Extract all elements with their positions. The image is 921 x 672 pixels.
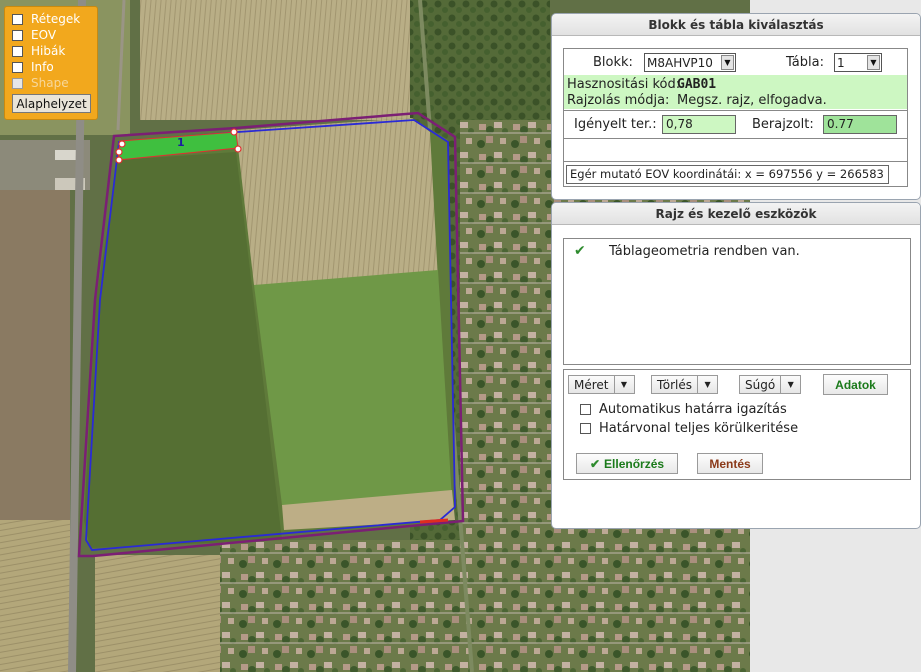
hasznositasi-label: Hasznositási kód: (567, 77, 681, 92)
mentes-button[interactable]: Mentés (697, 453, 763, 474)
layer-item-retegek[interactable]: Rétegek (12, 11, 97, 27)
blokk-select-value: M8AHVP10 (647, 55, 713, 70)
layer-label: Hibák (31, 44, 66, 58)
hasznositasi-value: GAB01 (677, 77, 717, 92)
panel-title: Blokk és tábla kiválasztás (552, 14, 920, 36)
layer-checkbox (12, 77, 23, 89)
ellenorzes-button[interactable]: ✔ Ellenőrzés (576, 453, 678, 474)
tabla-label: Tábla: (786, 55, 824, 70)
sugo-dropdown[interactable]: Súgó ▼ (739, 375, 802, 394)
meret-dropdown[interactable]: Méret ▼ (568, 375, 635, 394)
option-full-boundary[interactable]: Határvonal teljes körülkeritése (580, 421, 798, 436)
eov-coords-readout: Egér mutató EOV koordinátái: x = 697556 … (566, 165, 889, 184)
layer-checkbox[interactable] (12, 29, 23, 41)
rajzolas-label: Rajzolás módja: (567, 93, 670, 108)
chevron-down-icon[interactable]: ▼ (721, 55, 734, 70)
vertex-handle[interactable] (115, 156, 123, 164)
vertex-handle[interactable] (234, 145, 242, 153)
panel-title: Rajz és kezelő eszközök (552, 203, 920, 225)
check-icon: ✔ (574, 243, 586, 259)
layer-checkbox[interactable] (12, 61, 23, 73)
berajzolt-value: 0.77 (823, 115, 897, 134)
torles-label: Törlés (657, 377, 693, 392)
chevron-down-icon[interactable]: ▼ (613, 376, 634, 393)
vertex-handle[interactable] (115, 148, 123, 156)
info-rows: Hasznositási kód: GAB01 Rajzolás módja: … (564, 75, 907, 109)
blokk-select[interactable]: M8AHVP10 ▼ (644, 53, 736, 72)
tabla-select[interactable]: 1 ▼ (834, 53, 882, 72)
layer-label: Rétegek (31, 12, 81, 26)
status-text: Táblageometria rendben van. (609, 244, 800, 259)
igenyelt-label: Igényelt ter.: (574, 117, 657, 132)
chevron-down-icon[interactable]: ▼ (697, 376, 717, 393)
layer-label: Info (31, 60, 54, 74)
layer-item-info[interactable]: Info (12, 59, 97, 75)
igenyelt-value[interactable]: 0,78 (662, 115, 736, 134)
option-label: Határvonal teljes körülkeritése (599, 421, 799, 436)
blokk-inner-box: Blokk: M8AHVP10 ▼ Tábla: 1 ▼ Hasznositás… (563, 48, 908, 187)
vertex-handle[interactable] (118, 140, 126, 148)
blokk-panel: Blokk és tábla kiválasztás Blokk: M8AHVP… (551, 13, 921, 200)
tools-box: Méret ▼ Törlés ▼ Súgó ▼ Adatok Automatik… (563, 369, 911, 480)
torles-dropdown[interactable]: Törlés ▼ (651, 375, 719, 394)
layer-checkbox[interactable] (12, 45, 23, 57)
layer-item-eov[interactable]: EOV (12, 27, 97, 43)
layer-item-shape: Shape (12, 75, 97, 91)
berajzolt-label: Berajzolt: (752, 117, 814, 132)
ellenorzes-label: Ellenőrzés (604, 456, 665, 471)
tabla-select-value: 1 (837, 55, 845, 70)
layer-panel: Rétegek EOV Hibák Info Shape Alaphelyzet (4, 6, 98, 120)
chevron-down-icon[interactable]: ▼ (780, 376, 800, 393)
layer-checkbox[interactable] (12, 13, 23, 25)
meret-label: Méret (574, 377, 609, 392)
blokk-label: Blokk: (593, 55, 633, 70)
sugo-label: Súgó (745, 377, 776, 392)
parcel-label: 1 (177, 136, 185, 149)
layer-label: EOV (31, 28, 57, 42)
status-box: ✔ Táblageometria rendben van. (563, 238, 911, 365)
option-checkbox[interactable] (580, 423, 591, 434)
check-icon: ✔ (589, 456, 601, 471)
option-checkbox[interactable] (580, 404, 591, 415)
vertex-handle[interactable] (230, 128, 238, 136)
reset-button[interactable]: Alaphelyzet (12, 94, 91, 113)
adatok-button[interactable]: Adatok (823, 374, 888, 395)
layer-label: Shape (31, 76, 69, 90)
chevron-down-icon[interactable]: ▼ (867, 55, 880, 70)
rajzolas-value: Megsz. rajz, elfogadva. (677, 93, 827, 108)
option-auto-snap[interactable]: Automatikus határra igazítás (580, 402, 787, 417)
option-label: Automatikus határra igazítás (599, 402, 787, 417)
rajz-panel: Rajz és kezelő eszközök ✔ Táblageometria… (551, 202, 921, 529)
layer-item-hibak[interactable]: Hibák (12, 43, 97, 59)
